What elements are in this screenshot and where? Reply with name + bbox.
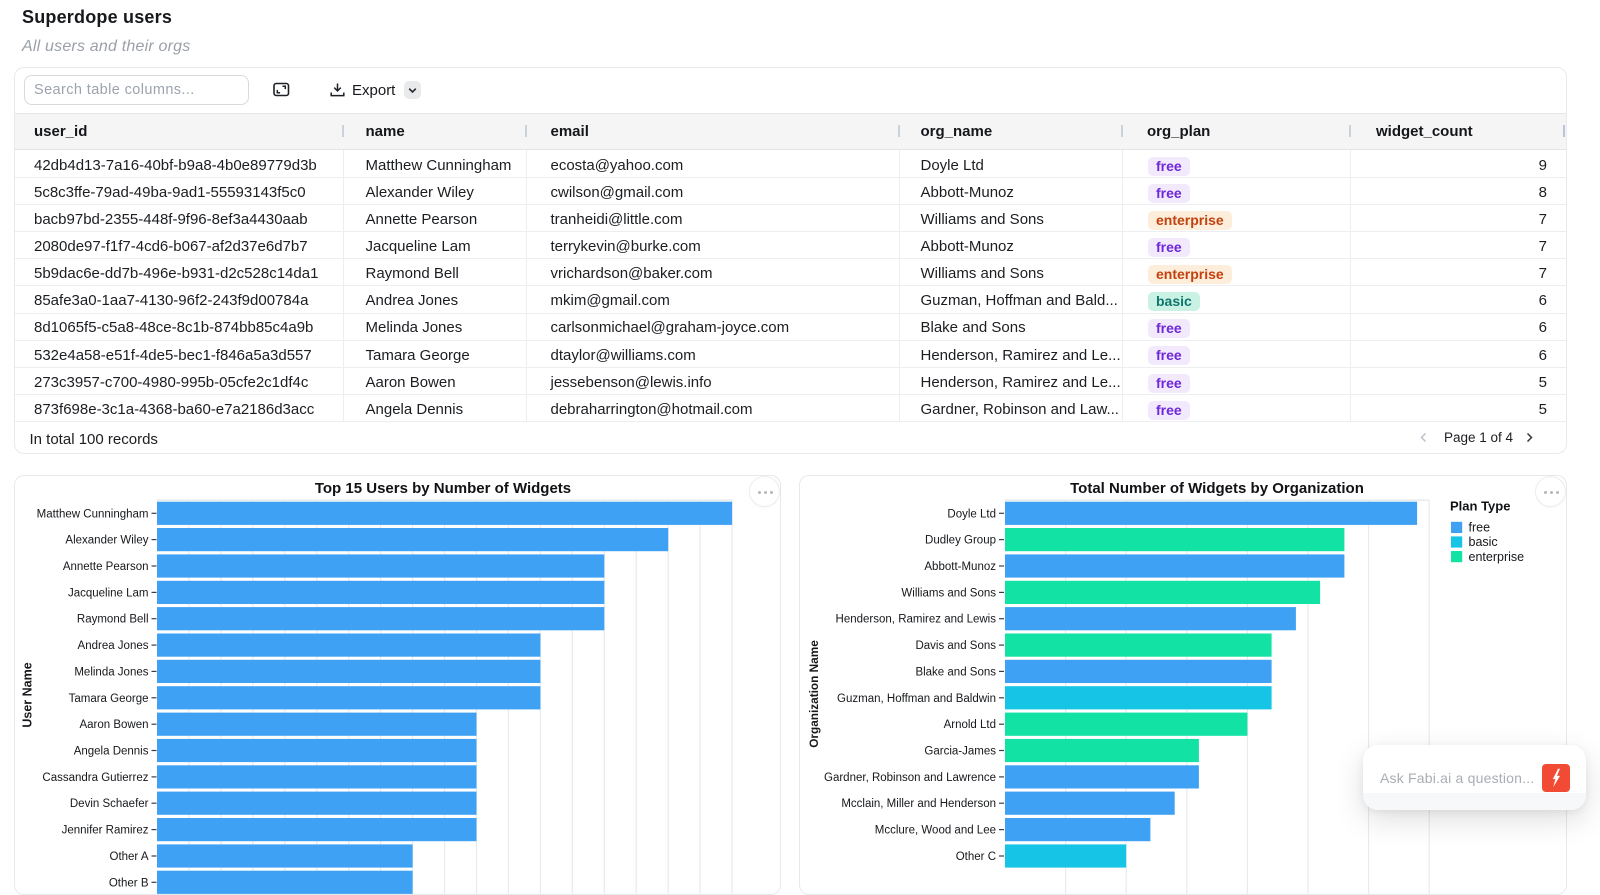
svg-text:Devin Schaefer: Devin Schaefer bbox=[70, 798, 149, 810]
svg-text:Total Number of Widgets by Org: Total Number of Widgets by Organization bbox=[1070, 480, 1364, 497]
svg-text:Guzman, Hoffman and Baldwin: Guzman, Hoffman and Baldwin bbox=[837, 692, 996, 704]
svg-text:Melinda Jones: Melinda Jones bbox=[74, 666, 148, 678]
svg-text:Alexander Wiley: Alexander Wiley bbox=[65, 534, 148, 546]
svg-text:Raymond Bell: Raymond Bell bbox=[77, 613, 149, 625]
svg-text:Cassandra Gutierrez: Cassandra Gutierrez bbox=[42, 771, 148, 783]
svg-text:Gardner, Robinson and Lawrence: Gardner, Robinson and Lawrence bbox=[824, 771, 996, 783]
svg-text:Matthew Cunningham: Matthew Cunningham bbox=[37, 508, 149, 520]
svg-text:Andrea Jones: Andrea Jones bbox=[78, 640, 149, 652]
svg-text:User Name: User Name bbox=[21, 662, 35, 727]
svg-text:Angela Dennis: Angela Dennis bbox=[74, 745, 149, 757]
svg-text:Garcia-James: Garcia-James bbox=[924, 745, 996, 757]
svg-text:enterprise: enterprise bbox=[1469, 549, 1525, 563]
svg-text:Abbott-Munoz: Abbott-Munoz bbox=[924, 561, 996, 573]
svg-text:Other B: Other B bbox=[109, 877, 149, 889]
svg-text:free: free bbox=[1469, 520, 1491, 534]
svg-text:Annette Pearson: Annette Pearson bbox=[63, 561, 149, 573]
svg-text:Blake and Sons: Blake and Sons bbox=[915, 666, 996, 678]
svg-text:Tamara George: Tamara George bbox=[69, 692, 149, 704]
svg-text:Mcclain, Miller and Henderson: Mcclain, Miller and Henderson bbox=[841, 798, 996, 810]
svg-text:Davis and Sons: Davis and Sons bbox=[915, 640, 996, 652]
svg-text:Arnold Ltd: Arnold Ltd bbox=[944, 719, 996, 731]
svg-text:Other A: Other A bbox=[110, 851, 149, 863]
svg-text:Doyle Ltd: Doyle Ltd bbox=[947, 508, 996, 520]
svg-text:Henderson, Ramirez and Lewis: Henderson, Ramirez and Lewis bbox=[836, 613, 997, 625]
svg-text:Top 15 Users by Number of Widg: Top 15 Users by Number of Widgets bbox=[315, 480, 571, 497]
svg-text:basic: basic bbox=[1469, 535, 1498, 549]
svg-text:Dudley Group: Dudley Group bbox=[925, 534, 996, 546]
svg-text:Organization Name: Organization Name bbox=[807, 639, 821, 747]
svg-text:Plan Type: Plan Type bbox=[1450, 498, 1510, 513]
svg-text:Jacqueline Lam: Jacqueline Lam bbox=[68, 587, 149, 599]
svg-text:Aaron Bowen: Aaron Bowen bbox=[79, 719, 148, 731]
svg-text:Other C: Other C bbox=[956, 851, 996, 863]
svg-text:Williams and Sons: Williams and Sons bbox=[901, 587, 996, 599]
